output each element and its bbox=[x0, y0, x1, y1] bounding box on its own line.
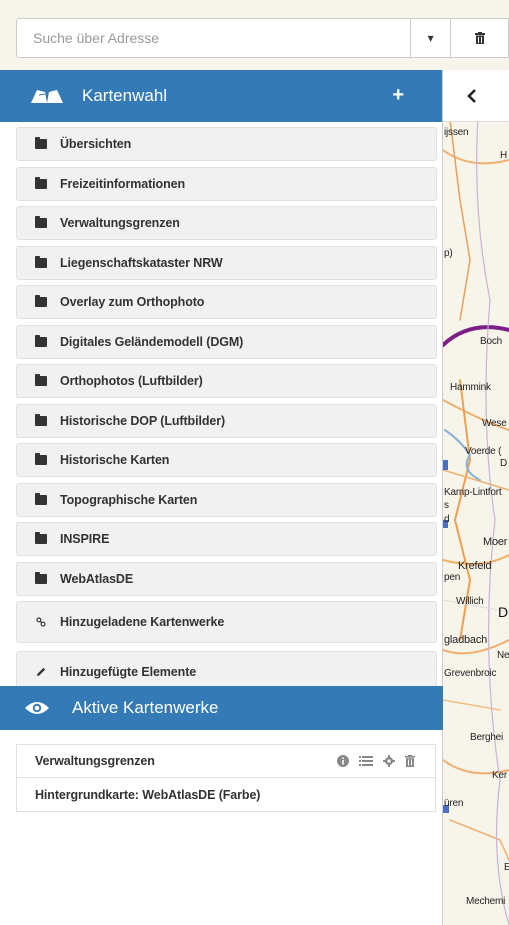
layer-folder-freizeitinformationen[interactable]: Freizeitinformationen bbox=[16, 166, 437, 201]
map-label: üren bbox=[444, 798, 464, 809]
map-label: Hammink bbox=[450, 382, 491, 393]
map-label: Mechemi bbox=[466, 896, 506, 907]
folder-icon bbox=[35, 216, 47, 228]
gear-icon[interactable] bbox=[383, 755, 395, 767]
kartenwahl-header[interactable]: Kartenwahl + bbox=[0, 70, 442, 122]
map-label: E bbox=[504, 862, 509, 873]
info-icon[interactable] bbox=[337, 755, 349, 767]
layer-label: Orthophotos (Luftbilder) bbox=[60, 374, 203, 388]
search-bar: ▾ bbox=[16, 18, 509, 58]
link-icon bbox=[36, 617, 46, 627]
active-layer-item[interactable]: Hintergrundkarte: WebAtlasDE (Farbe) bbox=[16, 778, 436, 812]
trash-icon[interactable] bbox=[405, 755, 415, 767]
add-map-button[interactable]: + bbox=[392, 84, 404, 107]
map-label: Voerde ( bbox=[465, 446, 502, 457]
kartenwahl-title: Kartenwahl bbox=[82, 86, 168, 105]
map-label: Grevenbroic bbox=[444, 668, 497, 679]
layer-folder-uebersichten[interactable]: Übersichten bbox=[16, 127, 437, 161]
layer-label: Historische Karten bbox=[60, 453, 170, 467]
folder-icon bbox=[35, 492, 47, 505]
map-label: H bbox=[500, 150, 508, 161]
layer-label: Verwaltungsgrenzen bbox=[60, 216, 180, 230]
trash-icon bbox=[474, 32, 485, 44]
map-label: Willich bbox=[456, 596, 484, 607]
search-dropdown-button[interactable]: ▾ bbox=[411, 18, 452, 58]
caret-down-icon: ▾ bbox=[427, 31, 434, 45]
map-label: D bbox=[498, 604, 508, 620]
layer-label: Hinzugeladene Kartenwerke bbox=[60, 615, 225, 629]
active-layer-tools bbox=[337, 755, 415, 767]
folder-icon bbox=[35, 374, 47, 386]
map-label: Moer bbox=[483, 536, 508, 548]
layer-folder-inspire[interactable]: INSPIRE bbox=[16, 522, 437, 556]
list-icon[interactable] bbox=[359, 755, 373, 767]
map-label: Berghei bbox=[470, 732, 504, 743]
layer-folder-verwaltungsgrenzen[interactable]: Verwaltungsgrenzen bbox=[16, 206, 437, 240]
folder-icon bbox=[35, 532, 47, 544]
layer-label: Übersichten bbox=[60, 137, 132, 151]
folder-icon bbox=[35, 176, 47, 189]
search-clear-button[interactable] bbox=[451, 18, 509, 58]
layer-folder-webatlasde[interactable]: WebAtlasDE bbox=[16, 561, 437, 596]
map-label: D bbox=[500, 458, 508, 469]
map-label: d bbox=[444, 514, 450, 525]
map-label: s bbox=[444, 500, 449, 511]
active-layer-label: Hintergrundkarte: WebAtlasDE (Farbe) bbox=[35, 787, 261, 802]
layer-label: Topographische Karten bbox=[60, 492, 198, 507]
layer-folder-orthophotos[interactable]: Orthophotos (Luftbilder) bbox=[16, 364, 437, 398]
pencil-icon bbox=[36, 667, 46, 677]
map-label: Kamp-Lintfort bbox=[444, 487, 502, 498]
map-label: ijssen bbox=[444, 127, 469, 138]
folder-icon bbox=[35, 137, 47, 149]
map-label: Boch bbox=[480, 336, 502, 347]
layer-label: Liegenschaftskataster NRW bbox=[60, 255, 223, 270]
folder-icon bbox=[35, 453, 47, 465]
layer-folder-overlay-orthophoto[interactable]: Overlay zum Orthophoto bbox=[16, 285, 437, 319]
folder-icon bbox=[35, 334, 47, 347]
folder-icon bbox=[35, 413, 47, 426]
layer-label: WebAtlasDE bbox=[60, 571, 134, 586]
aktive-kartenwerke-title: Aktive Kartenwerke bbox=[72, 698, 219, 717]
search-input[interactable] bbox=[16, 18, 412, 58]
folder-icon bbox=[35, 295, 47, 307]
layer-label: Hinzugefügte Elemente bbox=[60, 665, 197, 679]
layer-label: Overlay zum Orthophoto bbox=[60, 295, 205, 309]
map-label: Ker bbox=[492, 770, 507, 781]
layer-folder-historische-karten[interactable]: Historische Karten bbox=[16, 443, 437, 477]
layer-label: INSPIRE bbox=[60, 532, 110, 546]
layer-folder-historische-dop[interactable]: Historische DOP (Luftbilder) bbox=[16, 403, 437, 438]
map-label: Ne bbox=[497, 650, 509, 661]
map-label: gladbach bbox=[444, 634, 488, 646]
active-layer-list: Verwaltungsgrenzen Hintergrundkarte: Web… bbox=[16, 744, 436, 812]
layer-folder-dgm[interactable]: Digitales Geländemodell (DGM) bbox=[16, 324, 437, 359]
map-label: pen bbox=[444, 572, 461, 583]
active-layer-label: Verwaltungsgrenzen bbox=[35, 754, 155, 768]
map-label: Krefeld bbox=[458, 560, 492, 572]
collapse-panel-button[interactable] bbox=[443, 70, 509, 122]
layer-folder-liegenschaftskataster[interactable]: Liegenschaftskataster NRW bbox=[16, 245, 437, 280]
layer-list: Übersichten Freizeitinformationen Verwal… bbox=[0, 122, 442, 693]
layer-folder-hinzugeladene[interactable]: Hinzugeladene Kartenwerke bbox=[16, 601, 437, 643]
layer-label: Digitales Geländemodell (DGM) bbox=[60, 334, 244, 349]
active-layer-item[interactable]: Verwaltungsgrenzen bbox=[16, 744, 436, 778]
chevron-left-icon bbox=[467, 88, 476, 103]
aktive-kartenwerke-header[interactable]: Aktive Kartenwerke bbox=[0, 686, 443, 730]
eye-icon bbox=[25, 702, 49, 714]
folder-icon bbox=[35, 255, 47, 268]
folder-icon bbox=[35, 571, 47, 584]
layer-folder-topographische-karten[interactable]: Topographische Karten bbox=[16, 482, 437, 517]
map-book-icon bbox=[31, 90, 63, 103]
map-label: Wese bbox=[482, 418, 507, 429]
map-label: p) bbox=[444, 248, 453, 259]
layer-label: Freizeitinformationen bbox=[60, 176, 185, 191]
layer-label: Historische DOP (Luftbilder) bbox=[60, 413, 226, 428]
